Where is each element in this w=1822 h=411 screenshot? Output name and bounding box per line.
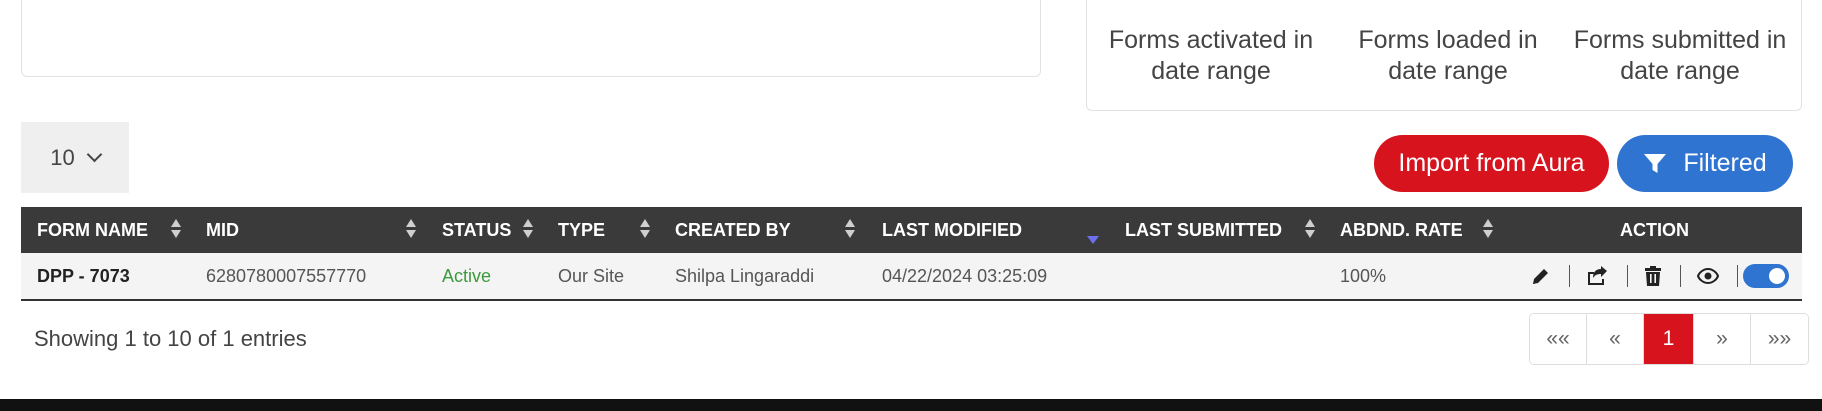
table-header: FORM NAME MID STATUS TYPE CREATED BY LAS… [21,207,1802,253]
cell-abandon-rate: 100% [1340,266,1387,286]
filtered-button[interactable]: Filtered [1617,135,1793,192]
page-size-select[interactable]: 10 [21,122,129,193]
column-header-action: ACTION [1620,220,1689,240]
cell-created-by: Shilpa Lingaraddi [675,266,815,286]
page-size-value: 10 [50,144,75,170]
footer-bar [0,399,1822,411]
first-page-button[interactable]: «« [1530,314,1587,364]
action-separator [1627,265,1628,287]
column-header-abandon-rate[interactable]: ABDND. RATE [1340,207,1463,253]
action-separator [1569,265,1570,287]
page-button-current[interactable]: 1 [1644,314,1694,364]
filtered-button-label: Filtered [1683,149,1767,177]
column-header-form-name[interactable]: FORM NAME [37,207,148,253]
chevron-down-icon [86,146,103,163]
cell-status: Active [442,266,492,286]
sort-desc-icon[interactable] [1087,236,1099,244]
stat-forms-activated: Forms activated in date range [1108,26,1314,85]
stat-forms-submitted: Forms submitted in date range [1573,26,1787,85]
prev-page-button[interactable]: « [1587,314,1644,364]
table-info-text: Showing 1 to 10 of 1 entries [34,326,307,351]
trash-icon[interactable] [1641,264,1665,288]
cell-mid: 6280780007557770 [206,266,367,286]
stats-panel: Forms activated in date range Forms load… [1086,0,1802,111]
enable-toggle[interactable] [1743,264,1789,288]
column-header-last-submitted[interactable]: LAST SUBMITTED [1125,207,1282,253]
pencil-icon[interactable] [1529,264,1553,288]
import-from-aura-button[interactable]: Import from Aura [1374,135,1609,192]
column-header-mid[interactable]: MID [206,207,239,253]
eye-icon[interactable] [1696,264,1720,288]
sort-icon[interactable] [1305,219,1315,241]
sort-icon[interactable] [1483,219,1493,241]
sort-icon[interactable] [845,219,855,241]
share-icon[interactable] [1585,264,1609,288]
sort-icon[interactable] [171,219,181,241]
column-header-last-modified[interactable]: LAST MODIFIED [882,207,1022,253]
chart-panel [21,0,1041,77]
pagination: «« « 1 » »» [1529,313,1809,365]
sort-icon[interactable] [406,219,416,241]
stat-forms-loaded: Forms loaded in date range [1358,26,1538,85]
filter-icon [1644,153,1667,173]
cell-type: Our Site [558,266,625,286]
last-page-button[interactable]: »» [1751,314,1808,364]
next-page-button[interactable]: » [1694,314,1751,364]
cell-last-modified: 04/22/2024 03:25:09 [882,266,1048,286]
action-separator [1737,265,1738,287]
table-row: DPP - 7073 6280780007557770 Active Our S… [21,253,1802,301]
import-button-label: Import from Aura [1398,149,1585,177]
sort-icon[interactable] [640,219,650,241]
column-header-status[interactable]: STATUS [442,207,511,253]
action-separator [1680,265,1681,287]
sort-icon[interactable] [523,219,533,241]
cell-form-name: DPP - 7073 [37,266,130,286]
column-header-type[interactable]: TYPE [558,207,605,253]
column-header-created-by[interactable]: CREATED BY [675,207,791,253]
